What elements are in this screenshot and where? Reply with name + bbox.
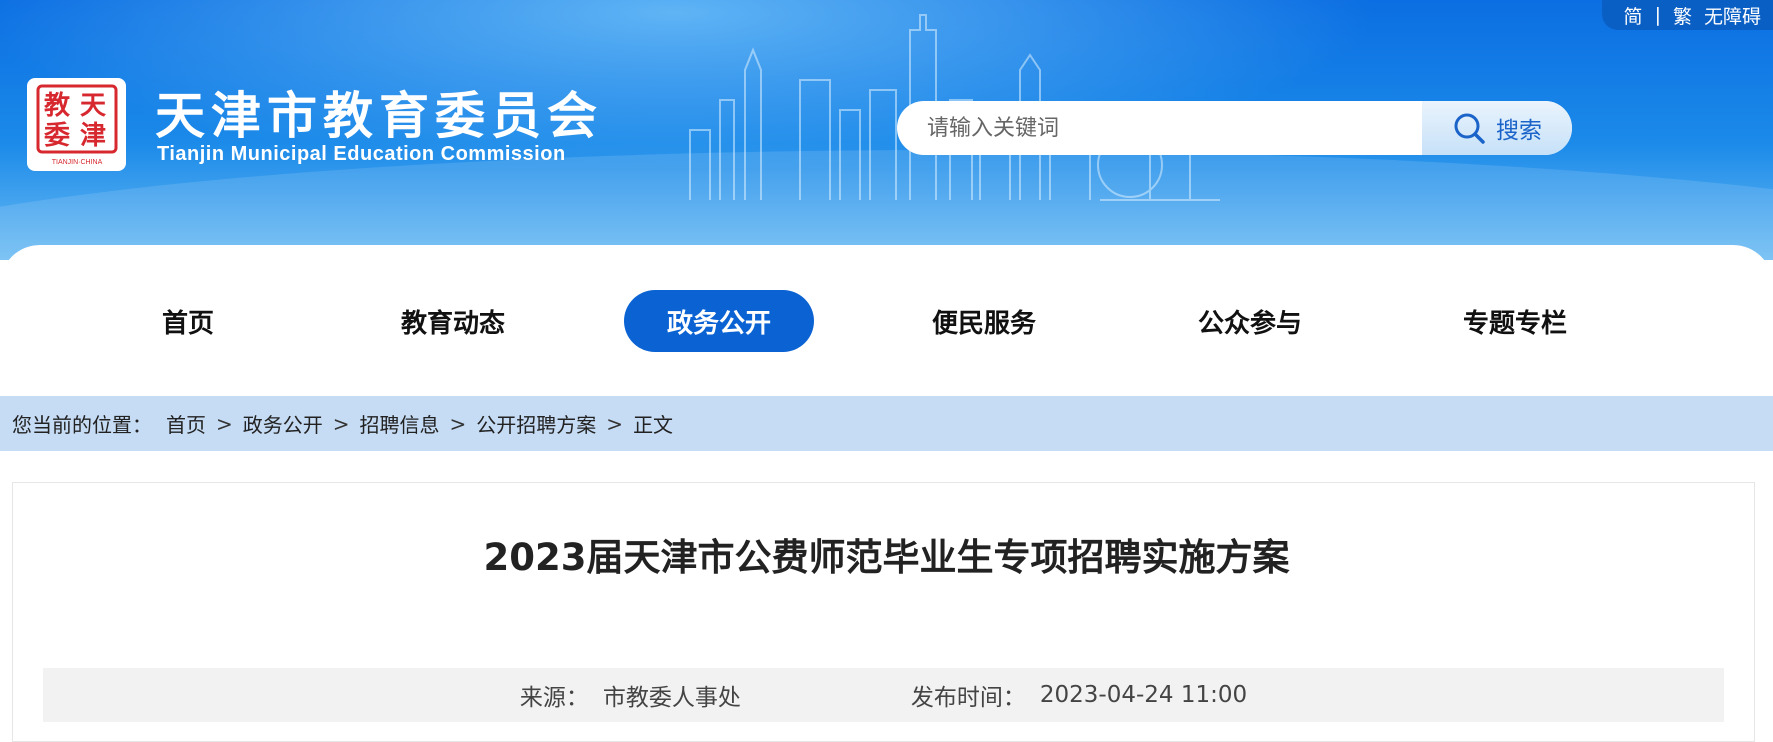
nav-item-gov-info[interactable]: 政务公开 bbox=[624, 290, 814, 352]
simplified-chinese-link[interactable]: 简 bbox=[1624, 2, 1643, 29]
accessibility-link[interactable]: 无障碍 bbox=[1704, 2, 1761, 29]
search-button[interactable]: 搜索 bbox=[1422, 101, 1572, 155]
breadcrumb-recruit-plans[interactable]: 公开招聘方案 bbox=[476, 409, 596, 438]
site-logo[interactable]: 天 津 教 委 TIANJIN·CHINA bbox=[27, 78, 126, 171]
svg-text:教: 教 bbox=[44, 91, 70, 121]
breadcrumb-separator: > bbox=[449, 411, 467, 436]
seal-logo-icon: 天 津 教 委 TIANJIN·CHINA bbox=[36, 84, 117, 166]
svg-text:天: 天 bbox=[80, 91, 106, 121]
source-value: 市教委人事处 bbox=[602, 685, 741, 711]
nav-item-home[interactable]: 首页 bbox=[93, 290, 283, 352]
search-icon bbox=[1454, 113, 1485, 144]
traditional-chinese-link[interactable]: 繁 bbox=[1673, 2, 1692, 29]
language-switcher: 简 | 繁 无障碍 bbox=[1601, 0, 1773, 30]
breadcrumb-separator: > bbox=[332, 411, 350, 436]
publish-date-label: 发布时间： bbox=[910, 685, 1026, 711]
breadcrumb-separator: > bbox=[606, 411, 624, 436]
svg-text:TIANJIN·CHINA: TIANJIN·CHINA bbox=[51, 159, 102, 166]
site-title: 天津市教育委员会 bbox=[155, 87, 603, 145]
publish-date-value: 2023-04-24 11:00 bbox=[1039, 682, 1248, 708]
source-label: 来源： bbox=[519, 685, 589, 711]
lang-separator: | bbox=[1654, 4, 1661, 26]
svg-text:津: 津 bbox=[80, 121, 106, 151]
breadcrumb-home[interactable]: 首页 bbox=[166, 409, 206, 438]
nav-item-edu-news[interactable]: 教育动态 bbox=[358, 290, 548, 352]
article-meta: 来源： 市教委人事处 发布时间： 2023-04-24 11:00 bbox=[43, 668, 1724, 722]
nav-item-participation[interactable]: 公众参与 bbox=[1155, 290, 1345, 352]
site-subtitle: Tianjin Municipal Education Commission bbox=[157, 143, 566, 165]
breadcrumb-current: 正文 bbox=[633, 413, 674, 437]
search-input[interactable] bbox=[897, 101, 1422, 155]
nav-item-topics[interactable]: 专题专栏 bbox=[1420, 290, 1610, 352]
breadcrumb-separator: > bbox=[216, 411, 233, 436]
search-button-label: 搜索 bbox=[1496, 118, 1542, 144]
breadcrumb-lead: 您当前的位置： bbox=[12, 413, 152, 437]
nav-item-services[interactable]: 便民服务 bbox=[889, 290, 1079, 352]
breadcrumb: 您当前的位置： 首页 > 政务公开 > 招聘信息 > 公开招聘方案 > 正文 bbox=[0, 396, 1773, 451]
article-title: 2023届天津市公费师范毕业生专项招聘实施方案 bbox=[483, 536, 1290, 579]
svg-text:委: 委 bbox=[44, 121, 70, 151]
search-box: 搜索 bbox=[897, 101, 1572, 155]
breadcrumb-recruitment[interactable]: 招聘信息 bbox=[360, 409, 440, 438]
breadcrumb-gov-info[interactable]: 政务公开 bbox=[243, 409, 323, 438]
